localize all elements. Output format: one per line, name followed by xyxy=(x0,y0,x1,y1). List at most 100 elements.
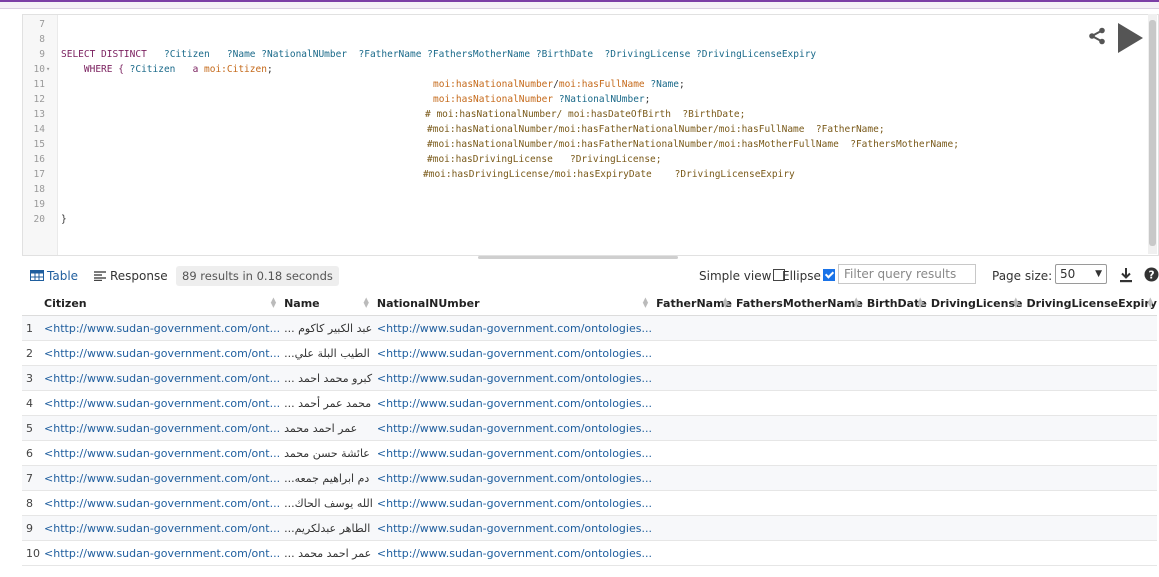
query-editor[interactable]: 7 8 9 SELECT DISTINCT ?Citizen ?Name ?Natio… xyxy=(22,14,1159,256)
cell-citizen[interactable]: <http://www.sudan-government.com/ont... xyxy=(40,515,281,541)
cell-fathers-mother-name xyxy=(732,365,863,391)
cell-citizen[interactable]: <http://www.sudan-government.com/ont... xyxy=(40,415,281,441)
editor-line[interactable]: 9 SELECT DISTINCT ?Citizen ?Name ?Nationa… xyxy=(23,47,1133,62)
table-icon xyxy=(30,270,44,281)
column-header-citizen[interactable]: Citizen ▲ ▼ xyxy=(40,291,281,316)
editor-line[interactable]: 7 xyxy=(23,17,1133,32)
ellipse-toggle[interactable]: Ellipse xyxy=(782,268,835,284)
cell-national-number[interactable]: <http://www.sudan-government.com/ontolog… xyxy=(372,440,653,466)
editor-line[interactable]: 19 xyxy=(23,197,1133,212)
tab-response-label: Response xyxy=(110,269,168,283)
page-size-select[interactable]: 50 ▼ xyxy=(1055,264,1107,284)
cell-fathers-mother-name xyxy=(732,465,863,491)
sort-icon[interactable]: ▲ ▼ xyxy=(1013,297,1018,309)
column-header-fathers-mother-name[interactable]: FathersMotherName ▲ ▼ xyxy=(732,291,863,316)
tab-table[interactable]: Table xyxy=(30,268,78,284)
cell-father-name xyxy=(652,490,732,516)
download-icon[interactable] xyxy=(1119,267,1133,283)
code-token: #moi:hasDrivingLicense/moi:hasExpiryDate… xyxy=(423,169,795,180)
cell-driving-license xyxy=(926,365,1023,391)
cell-citizen[interactable]: <http://www.sudan-government.com/ont... xyxy=(40,440,281,466)
editor-line[interactable]: 8 xyxy=(23,32,1133,47)
cell-citizen[interactable]: <http://www.sudan-government.com/ont... xyxy=(40,340,281,366)
cell-driving-license-expiry xyxy=(1022,315,1157,341)
tab-response[interactable]: Response xyxy=(94,268,168,284)
editor-line[interactable]: 20} xyxy=(23,212,1133,227)
column-header-driving-license[interactable]: DrivingLicense ▲ ▼ xyxy=(926,291,1023,316)
cell-citizen[interactable]: <http://www.sudan-government.com/ont... xyxy=(40,540,281,566)
cell-citizen[interactable]: <http://www.sudan-government.com/ont... xyxy=(40,490,281,516)
code-token: ?Citizen xyxy=(163,49,210,60)
cell-driving-license-expiry xyxy=(1022,465,1157,491)
sort-icon[interactable]: ▲ ▼ xyxy=(1148,297,1153,309)
cell-driving-license xyxy=(926,440,1023,466)
column-header-label: Name xyxy=(284,296,320,310)
cell-name: عبد الكبير كاكوم ... xyxy=(280,315,373,341)
editor-line[interactable]: 11 moi:hasNationalNumber/moi:hasFullName … xyxy=(23,77,1133,92)
column-header-label: DrivingLicense xyxy=(930,296,1023,310)
sort-icon[interactable]: ▲ ▼ xyxy=(271,297,276,309)
code-token: ?FathersMotherName xyxy=(427,49,531,60)
cell-citizen[interactable]: <http://www.sudan-government.com/ont... xyxy=(40,465,281,491)
editor-line[interactable]: 10 ▾ WHERE { ?Citizen a moi:Citizen; xyxy=(23,62,1133,77)
cell-name: الله يوسف الحاك... xyxy=(280,490,373,516)
row-index: 6 xyxy=(22,440,41,466)
editor-line[interactable]: 14 #moi:hasNationalNumber/moi:hasFatherNa… xyxy=(23,122,1133,137)
share-icon[interactable] xyxy=(1088,27,1106,45)
help-icon[interactable]: ? xyxy=(1144,267,1159,282)
column-header-national-number[interactable]: NationalNUmber ▲ ▼ xyxy=(372,291,653,316)
row-index: 10 xyxy=(22,540,41,566)
row-index: 1 xyxy=(22,315,41,341)
editor-line[interactable]: 18 xyxy=(23,182,1133,197)
column-header-driving-license-expiry[interactable]: DrivingLicenseExpiry ▲ ▼ xyxy=(1022,291,1157,316)
sort-icon[interactable]: ▲ ▼ xyxy=(853,297,858,309)
cell-national-number[interactable]: <http://www.sudan-government.com/ontolog… xyxy=(372,490,653,516)
filter-input[interactable] xyxy=(838,264,976,284)
column-header-name[interactable]: Name ▲ ▼ xyxy=(280,291,373,316)
table-row: 6 <http://www.sudan-government.com/ont...… xyxy=(22,440,1157,466)
editor-line[interactable]: 12 moi:hasNationalNumber ?NationalNUmber; xyxy=(23,92,1133,107)
line-number: 16 xyxy=(33,154,45,165)
cell-citizen[interactable]: <http://www.sudan-government.com/ont... xyxy=(40,365,281,391)
ellipse-checkbox[interactable] xyxy=(822,269,835,281)
row-index: 3 xyxy=(22,365,41,391)
cell-driving-license-expiry xyxy=(1022,340,1157,366)
cell-national-number[interactable]: <http://www.sudan-government.com/ontolog… xyxy=(372,315,653,341)
cell-name: كبرو محمد احمد ... xyxy=(280,365,373,391)
scrollbar-thumb[interactable] xyxy=(1149,20,1156,246)
editor-scrollbar[interactable] xyxy=(1148,14,1157,254)
cell-name: دم ابراهيم جمعه... xyxy=(280,465,373,491)
row-index: 4 xyxy=(22,390,41,416)
sort-icon[interactable]: ▲ ▼ xyxy=(723,297,728,309)
table-row: 8 <http://www.sudan-government.com/ont...… xyxy=(22,490,1157,516)
cell-birth-date xyxy=(862,415,927,441)
cell-citizen[interactable]: <http://www.sudan-government.com/ont... xyxy=(40,390,281,416)
play-icon[interactable] xyxy=(1116,22,1144,54)
cell-fathers-mother-name xyxy=(732,540,863,566)
editor-line[interactable]: 15 #moi:hasNationalNumber/moi:hasFatherNa… xyxy=(23,137,1133,152)
cell-national-number[interactable]: <http://www.sudan-government.com/ontolog… xyxy=(372,365,653,391)
cell-national-number[interactable]: <http://www.sudan-government.com/ontolog… xyxy=(372,390,653,416)
column-header-birth-date[interactable]: BirthDate ▲ ▼ xyxy=(862,291,927,316)
sort-icon[interactable]: ▲ ▼ xyxy=(643,297,648,309)
column-header-father-name[interactable]: FatherName ▲ ▼ xyxy=(652,291,732,316)
table-row: 3 <http://www.sudan-government.com/ont...… xyxy=(22,365,1157,391)
cell-citizen[interactable]: <http://www.sudan-government.com/ont... xyxy=(40,315,281,341)
cell-national-number[interactable]: <http://www.sudan-government.com/ontolog… xyxy=(372,540,653,566)
editor-line[interactable]: 17 #moi:hasDrivingLicense/moi:hasExpiryDa… xyxy=(23,167,1133,182)
fold-toggle-icon[interactable]: ▾ xyxy=(46,62,50,77)
editor-line[interactable]: 13 # moi:hasNationalNumber/ moi:hasDateOf… xyxy=(23,107,1133,122)
cell-fathers-mother-name xyxy=(732,490,863,516)
sort-icon[interactable]: ▲ ▼ xyxy=(364,297,369,309)
editor-resize-handle[interactable] xyxy=(478,256,678,259)
cell-national-number[interactable]: <http://www.sudan-government.com/ontolog… xyxy=(372,515,653,541)
simple-view-toggle[interactable]: Simple view xyxy=(699,268,786,284)
cell-national-number[interactable]: <http://www.sudan-government.com/ontolog… xyxy=(372,340,653,366)
cell-national-number[interactable]: <http://www.sudan-government.com/ontolog… xyxy=(372,465,653,491)
code-text: WHERE { ?Citizen a moi:Citizen; xyxy=(61,62,273,77)
code-token: a xyxy=(175,64,205,75)
cell-national-number[interactable]: <http://www.sudan-government.com/ontolog… xyxy=(372,415,653,441)
sort-icon[interactable]: ▲ ▼ xyxy=(918,297,923,309)
editor-line[interactable]: 16 #moi:hasDrivingLicense ?DrivingLicense… xyxy=(23,152,1133,167)
line-number: 7 xyxy=(39,19,45,30)
